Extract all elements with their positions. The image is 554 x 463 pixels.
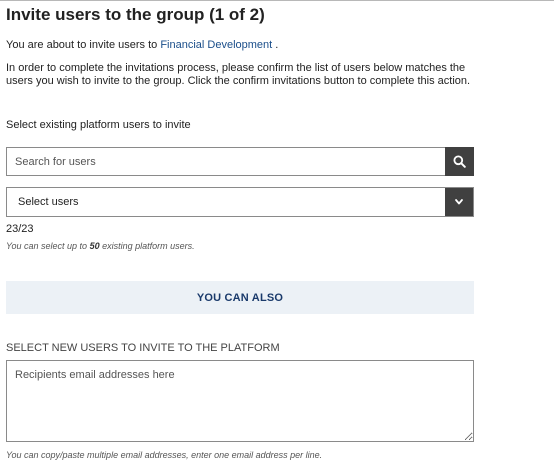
hint-prefix: You can select up to (6, 241, 90, 251)
page-title: Invite users to the group (1 of 2) (6, 5, 265, 24)
you-can-also-banner: YOU CAN ALSO (6, 281, 474, 314)
search-input[interactable] (6, 147, 446, 176)
search-icon (453, 155, 466, 168)
hint-suffix: existing platform users. (99, 241, 195, 251)
select-users-value: Select users (18, 196, 79, 208)
you-can-also-text: YOU CAN ALSO (196, 292, 284, 304)
intro-prefix: You are about to invite users to (6, 39, 161, 51)
new-users-label: SELECT NEW USERS TO INVITE TO THE PLATFO… (6, 342, 280, 354)
dropdown-toggle[interactable] (445, 188, 473, 216)
email-addresses-field[interactable] (6, 360, 474, 442)
email-hint: You can copy/paste multiple email addres… (6, 450, 323, 460)
hint-limit: 50 (89, 241, 100, 251)
user-search (6, 147, 474, 176)
explanation-text: In order to complete the invitations pro… (6, 62, 471, 87)
selection-limit-hint: You can select up to 50 existing platfor… (6, 241, 195, 251)
existing-users-label: Select existing platform users to invite (6, 119, 191, 131)
intro-text: You are about to invite users to Financi… (6, 38, 278, 52)
top-divider (0, 0, 554, 1)
search-button[interactable] (445, 147, 474, 176)
intro-suffix: . (272, 39, 279, 51)
chevron-down-icon (455, 199, 463, 205)
select-users-dropdown[interactable]: Select users (6, 187, 474, 217)
group-link[interactable]: Financial Development (160, 39, 272, 51)
selection-count: 23/23 (6, 223, 34, 235)
